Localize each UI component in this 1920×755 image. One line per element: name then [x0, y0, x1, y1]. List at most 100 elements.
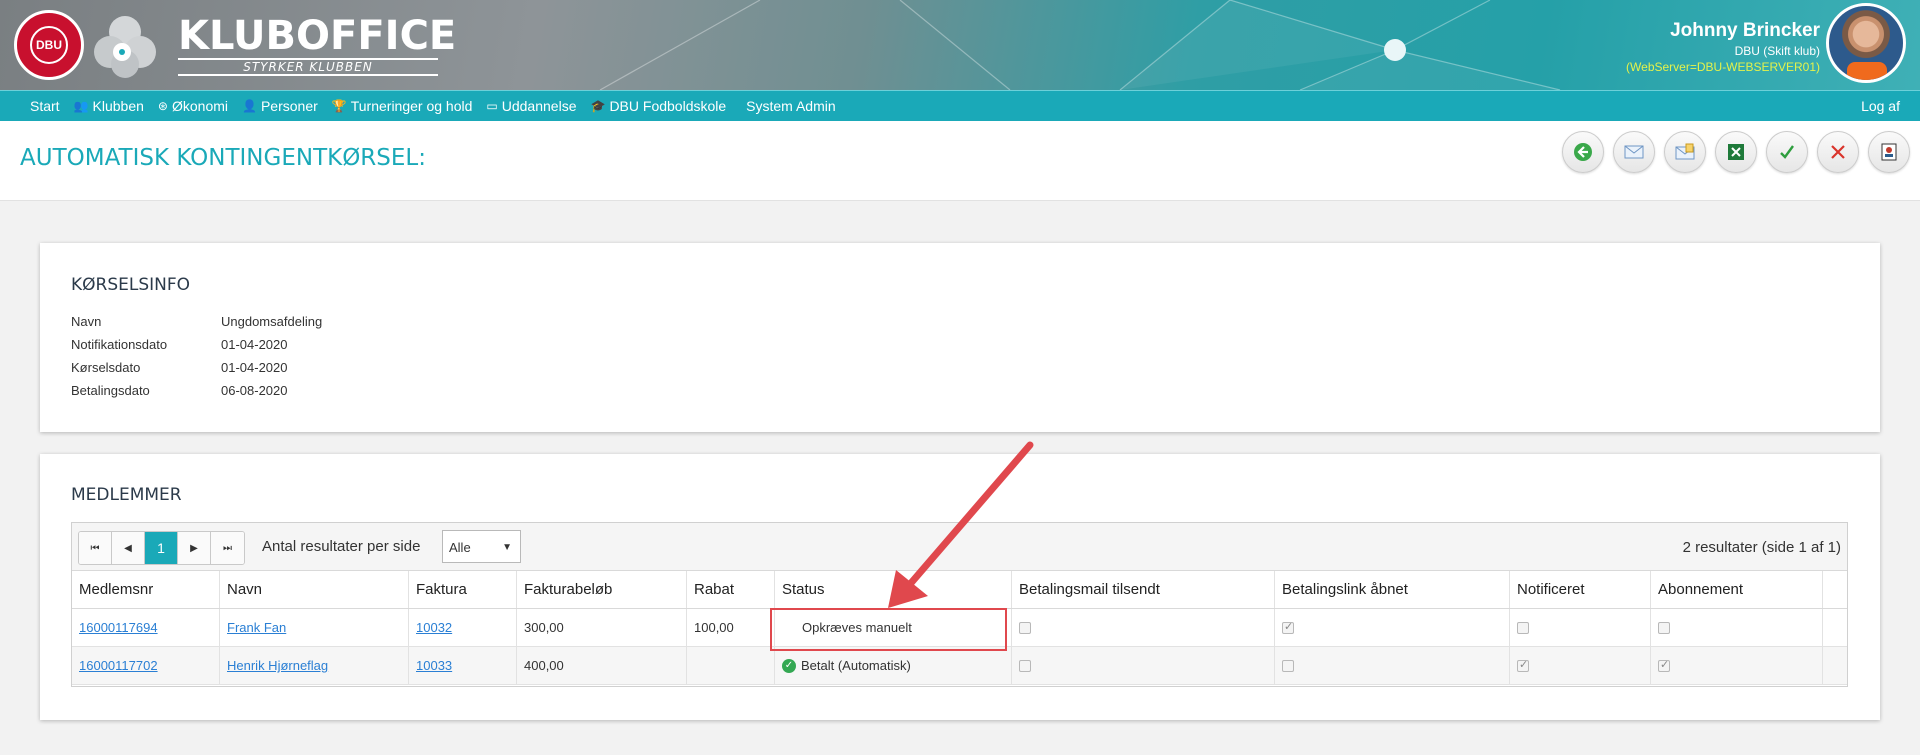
pager-next-button[interactable]: ▶	[178, 532, 211, 564]
cancel-button[interactable]	[1817, 131, 1859, 173]
cell-belob: 400,00	[517, 647, 687, 684]
pager-last-button[interactable]: ⏭	[211, 532, 244, 564]
cell-faktura: 10033	[409, 647, 517, 684]
nav-personer[interactable]: 👤 Personer	[242, 98, 318, 114]
nav-fodboldskole[interactable]: 🎓 DBU Fodboldskole	[590, 98, 726, 114]
nav-turneringer-label: Turneringer og hold	[350, 98, 473, 114]
logout-link[interactable]: Log af	[1861, 98, 1900, 114]
per-page-value: Alle	[449, 540, 471, 555]
nav-uddannelse-label: Uddannelse	[501, 98, 577, 114]
print-button[interactable]	[1868, 131, 1910, 173]
approve-button[interactable]	[1766, 131, 1808, 173]
run-info-heading: KØRSELSINFO	[71, 275, 191, 295]
col-header-spacer	[1823, 571, 1847, 608]
main-nav: Start 👥 Klubben ⊛ Økonomi 👤 Personer 🏆 Turne…	[0, 90, 1920, 121]
checkbox-betalingslink[interactable]	[1282, 620, 1294, 634]
nav-personer-label: Personer	[260, 98, 318, 114]
mail-merge-button[interactable]	[1664, 131, 1706, 173]
cell-notificeret	[1510, 609, 1651, 646]
group-icon: 👥	[73, 99, 89, 113]
cell-abonnement	[1651, 609, 1823, 646]
medlemsnr-link[interactable]: 16000117702	[79, 658, 158, 673]
cell-rabat: 100,00	[687, 609, 775, 646]
col-header-medlemsnr[interactable]: Medlemsnr	[72, 571, 220, 608]
header-banner: DBU KLUBOFFICE STYRKER KLUBBEN Johnny Br…	[0, 0, 1920, 90]
checkbox-notificeret[interactable]	[1517, 621, 1529, 634]
info-value: 01-04-2020	[221, 360, 288, 375]
cell-navn: Frank Fan	[220, 609, 409, 646]
nav-system-admin[interactable]: System Admin	[746, 98, 835, 114]
info-row-korselsdato: Kørselsdato 01-04-2020	[71, 360, 288, 375]
info-value: Ungdomsafdeling	[221, 314, 323, 329]
col-header-navn[interactable]: Navn	[220, 571, 409, 608]
checkmark-icon	[1780, 145, 1794, 159]
cell-betalingsmail	[1012, 609, 1275, 646]
checkbox-betalingsmail[interactable]	[1019, 621, 1031, 634]
action-toolbar	[1553, 131, 1910, 173]
per-page-select[interactable]: Alle ▼	[442, 530, 521, 563]
info-row-betalingsdato: Betalingsdato 06-08-2020	[71, 383, 288, 398]
checkbox-notificeret[interactable]	[1517, 658, 1529, 672]
pager: ⏮ ◀ 1 ▶ ⏭	[78, 531, 245, 565]
col-header-fakturabelob[interactable]: Fakturabeløb	[517, 571, 687, 608]
col-header-rabat[interactable]: Rabat	[687, 571, 775, 608]
user-info: Johnny Brincker DBU (Skift klub) (WebSer…	[1626, 20, 1820, 74]
nav-klubben[interactable]: 👥 Klubben	[74, 98, 144, 114]
info-label: Notifikationsdato	[71, 337, 168, 352]
coin-icon: ⊛	[157, 99, 168, 113]
nav-turneringer[interactable]: 🏆 Turneringer og hold	[332, 98, 473, 114]
export-excel-button[interactable]	[1715, 131, 1757, 173]
status-text: Betalt (Automatisk)	[801, 658, 911, 673]
checkbox-abonnement[interactable]	[1658, 621, 1670, 634]
nav-okonomi[interactable]: ⊛ Økonomi	[158, 98, 228, 114]
annotation-highlight-box	[770, 608, 1007, 651]
col-header-betalingsmail[interactable]: Betalingsmail tilsendt	[1012, 571, 1275, 608]
col-header-notificeret[interactable]: Notificeret	[1510, 571, 1651, 608]
medlemsnr-link[interactable]: 16000117694	[79, 620, 158, 635]
send-mail-button[interactable]	[1613, 131, 1655, 173]
col-header-status[interactable]: Status	[775, 571, 1012, 608]
col-header-faktura[interactable]: Faktura	[409, 571, 517, 608]
pager-page-1[interactable]: 1	[145, 532, 178, 564]
checkbox-betalingslink[interactable]	[1282, 659, 1294, 672]
brand-subtitle: STYRKER KLUBBEN	[178, 58, 438, 76]
switch-club-link[interactable]: DBU (Skift klub)	[1626, 44, 1820, 58]
info-value: 01-04-2020	[221, 337, 288, 352]
info-label: Navn	[71, 314, 102, 329]
per-page-label: Antal resultater per side	[262, 538, 421, 555]
pager-first-button[interactable]: ⏮	[79, 532, 112, 564]
nav-uddannelse[interactable]: ▭ Uddannelse	[486, 98, 576, 114]
back-button[interactable]	[1562, 131, 1604, 173]
user-name: Johnny Brincker	[1670, 20, 1820, 41]
cell-spacer	[1823, 647, 1847, 684]
cell-rabat	[687, 647, 775, 684]
cell-betalingslink	[1275, 647, 1510, 684]
nav-start[interactable]: Start	[30, 98, 60, 114]
brand-title: KLUBOFFICE	[178, 13, 457, 59]
member-name-link[interactable]: Henrik Hjørneflag	[227, 658, 328, 673]
col-header-abonnement[interactable]: Abonnement	[1651, 571, 1823, 608]
cell-betalingsmail	[1012, 647, 1275, 684]
cell-medlemsnr: 16000117694	[72, 609, 220, 646]
check-circle-icon: ✓	[782, 658, 796, 673]
info-row-navn: Navn Ungdomsafdeling	[71, 314, 322, 329]
col-header-betalingslink[interactable]: Betalingslink åbnet	[1275, 571, 1510, 608]
dbu-logo[interactable]: DBU	[14, 10, 84, 80]
checkbox-betalingsmail[interactable]	[1019, 659, 1031, 672]
nav-fodboldskole-label: DBU Fodboldskole	[609, 98, 727, 114]
person-icon: 👤	[242, 99, 257, 113]
excel-icon	[1728, 144, 1744, 160]
cell-spacer	[1823, 609, 1847, 646]
member-name-link[interactable]: Frank Fan	[227, 620, 286, 635]
cell-faktura: 10032	[409, 609, 517, 646]
page-title: AUTOMATISK KONTINGENTKØRSEL:	[20, 145, 426, 171]
invoice-link[interactable]: 10032	[416, 620, 452, 635]
invoice-link[interactable]: 10033	[416, 658, 452, 673]
avatar[interactable]	[1826, 3, 1906, 83]
trophy-icon: 🏆	[331, 99, 347, 113]
envelope-document-icon	[1675, 143, 1695, 160]
checkbox-abonnement[interactable]	[1658, 658, 1670, 672]
graduation-cap-icon: 🎓	[590, 99, 606, 113]
back-arrow-icon	[1574, 143, 1592, 161]
pager-prev-button[interactable]: ◀	[112, 532, 145, 564]
